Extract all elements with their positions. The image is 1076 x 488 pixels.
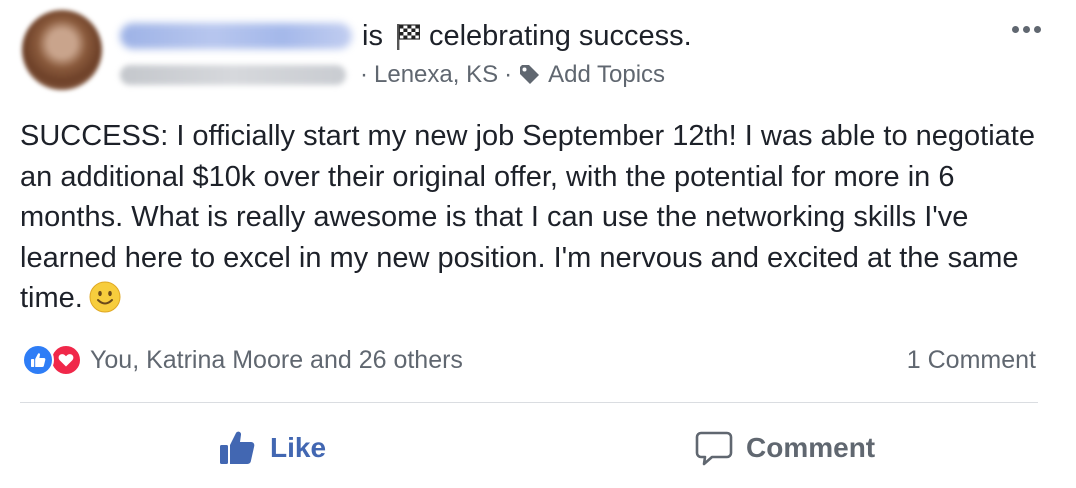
smiley-icon <box>89 281 121 313</box>
post-body-text: SUCCESS: I officially start my new job S… <box>20 120 1035 314</box>
more-options-button[interactable] <box>1004 18 1048 40</box>
love-reaction-icon <box>50 344 82 376</box>
more-dot-icon <box>1033 25 1041 33</box>
thumbs-up-icon <box>220 431 255 464</box>
like-button-label: Like <box>270 432 327 463</box>
post-body: SUCCESS: I officially start my new job S… <box>20 116 1056 319</box>
activity-text[interactable]: celebrating success. <box>429 20 692 53</box>
comment-bubble-icon <box>695 431 733 466</box>
feed-post: is celebrating success. · Lenexa, KS · A… <box>0 0 1076 488</box>
comment-button-label: Comment <box>746 432 876 463</box>
post-timestamp-blurred[interactable] <box>120 65 346 85</box>
reactions-text: You, Katrina Moore and 26 others <box>90 345 463 374</box>
author-avatar[interactable] <box>22 10 102 90</box>
meta-separator: · <box>360 61 368 88</box>
tag-icon <box>518 63 542 87</box>
like-reaction-icon <box>22 344 54 376</box>
add-topics-link[interactable]: Add Topics <box>548 61 665 89</box>
more-dot-icon <box>1022 25 1030 33</box>
activity-prefix: is <box>362 19 383 52</box>
divider <box>20 402 1038 403</box>
more-dot-icon <box>1011 25 1019 33</box>
post-meta: · Lenexa, KS · Add Topics <box>120 58 665 92</box>
post-header: is celebrating success. <box>120 16 692 56</box>
meta-separator: · <box>504 61 513 88</box>
comment-button[interactable]: Comment <box>694 420 875 476</box>
comment-count-link[interactable]: 1 Comment <box>907 340 1036 380</box>
reactions-summary[interactable]: You, Katrina Moore and 26 others <box>22 340 463 380</box>
location-link[interactable]: Lenexa, KS <box>374 61 498 89</box>
author-name-blurred[interactable] <box>120 23 352 49</box>
like-button[interactable]: Like <box>218 420 326 476</box>
checkered-flag-icon <box>393 21 423 51</box>
